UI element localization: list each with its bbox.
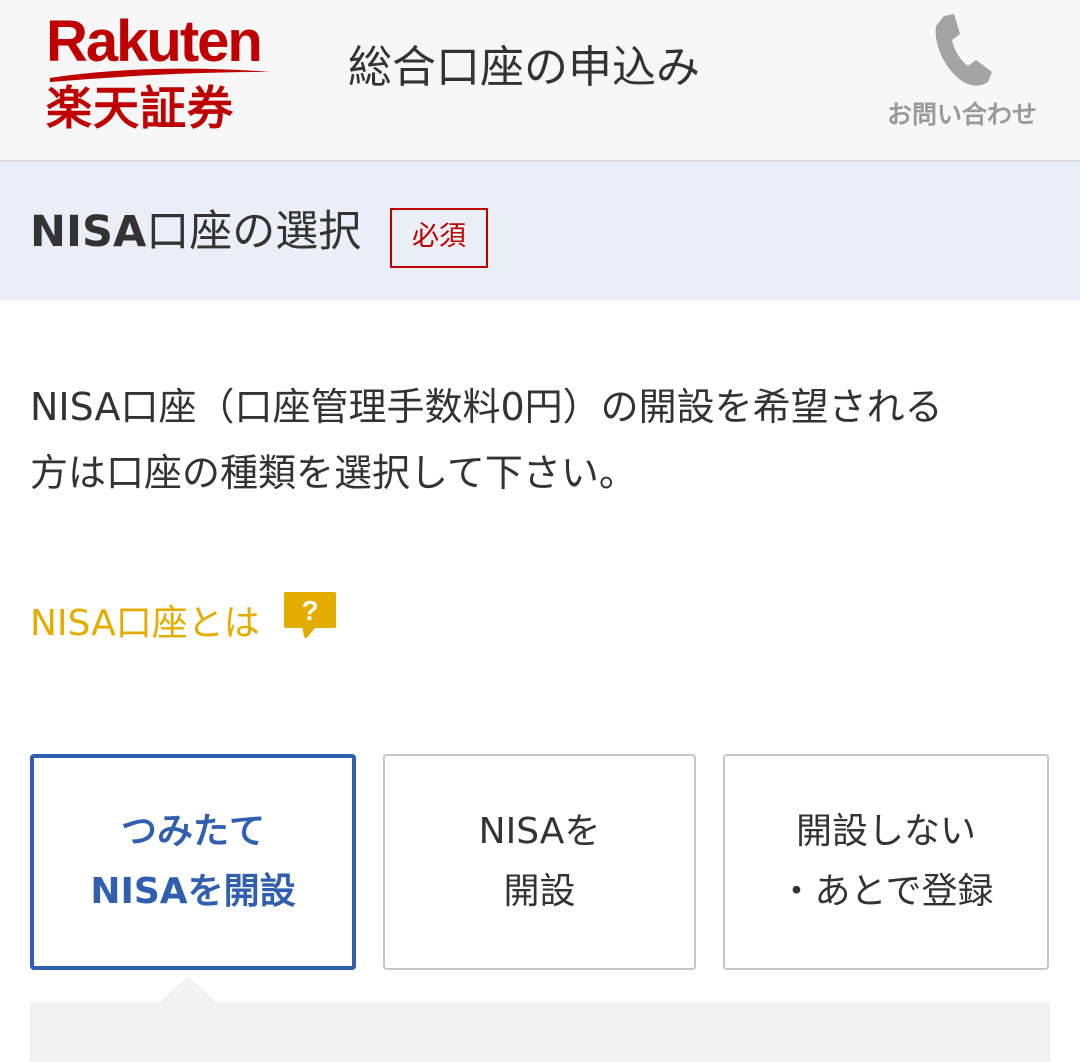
nisa-help-link-label: NISA口座とは — [30, 603, 260, 644]
option-3-line-2: ・あとで登録 — [778, 871, 994, 912]
required-badge: 必須 — [390, 208, 488, 268]
question-mark-glyph: ? — [301, 595, 318, 626]
option-nisa[interactable]: NISAを 開設 — [383, 754, 696, 970]
option-2-line-2: 開設 — [503, 871, 576, 912]
contact-label: お問い合わせ — [886, 100, 1037, 129]
option-no-nisa-later[interactable]: 開設しない ・あとで登録 — [723, 754, 1049, 970]
section-title: NISA口座の選択 — [30, 202, 361, 262]
rakuten-securities-logo[interactable]: Rakuten 楽天証券 — [44, 8, 276, 138]
description-line-1: NISA口座（口座管理手数料0円）の開設を希望される — [30, 385, 943, 429]
app-header: Rakuten 楽天証券 総合口座の申込み お問い合わせ — [0, 0, 1080, 162]
contact-button[interactable]: お問い合わせ — [872, 6, 1052, 146]
page-title: 総合口座の申込み — [348, 42, 700, 93]
option-1-line-1: つみたて — [120, 811, 265, 852]
question-bubble-icon: ? — [284, 592, 336, 638]
option-1-line-2: NISAを開設 — [90, 871, 296, 912]
description-text: NISA口座（口座管理手数料0円）の開設を希望される 方は口座の種類を選択して下… — [30, 374, 1040, 506]
description-line-2: 方は口座の種類を選択して下さい。 — [30, 451, 637, 495]
section-title-jp: 口座の選択 — [146, 207, 362, 257]
option-tsumitate-nisa[interactable]: つみたて NISAを開設 — [30, 754, 356, 970]
logo-japanese: 楽天証券 — [46, 81, 234, 135]
phone-icon — [935, 14, 992, 86]
section-title-latin: NISA — [30, 207, 147, 257]
sub-panel-pointer — [160, 976, 216, 1002]
option-3-line-1: 開設しない — [795, 811, 976, 852]
sub-panel — [30, 1002, 1050, 1062]
option-2-line-1: NISAを — [478, 811, 601, 852]
